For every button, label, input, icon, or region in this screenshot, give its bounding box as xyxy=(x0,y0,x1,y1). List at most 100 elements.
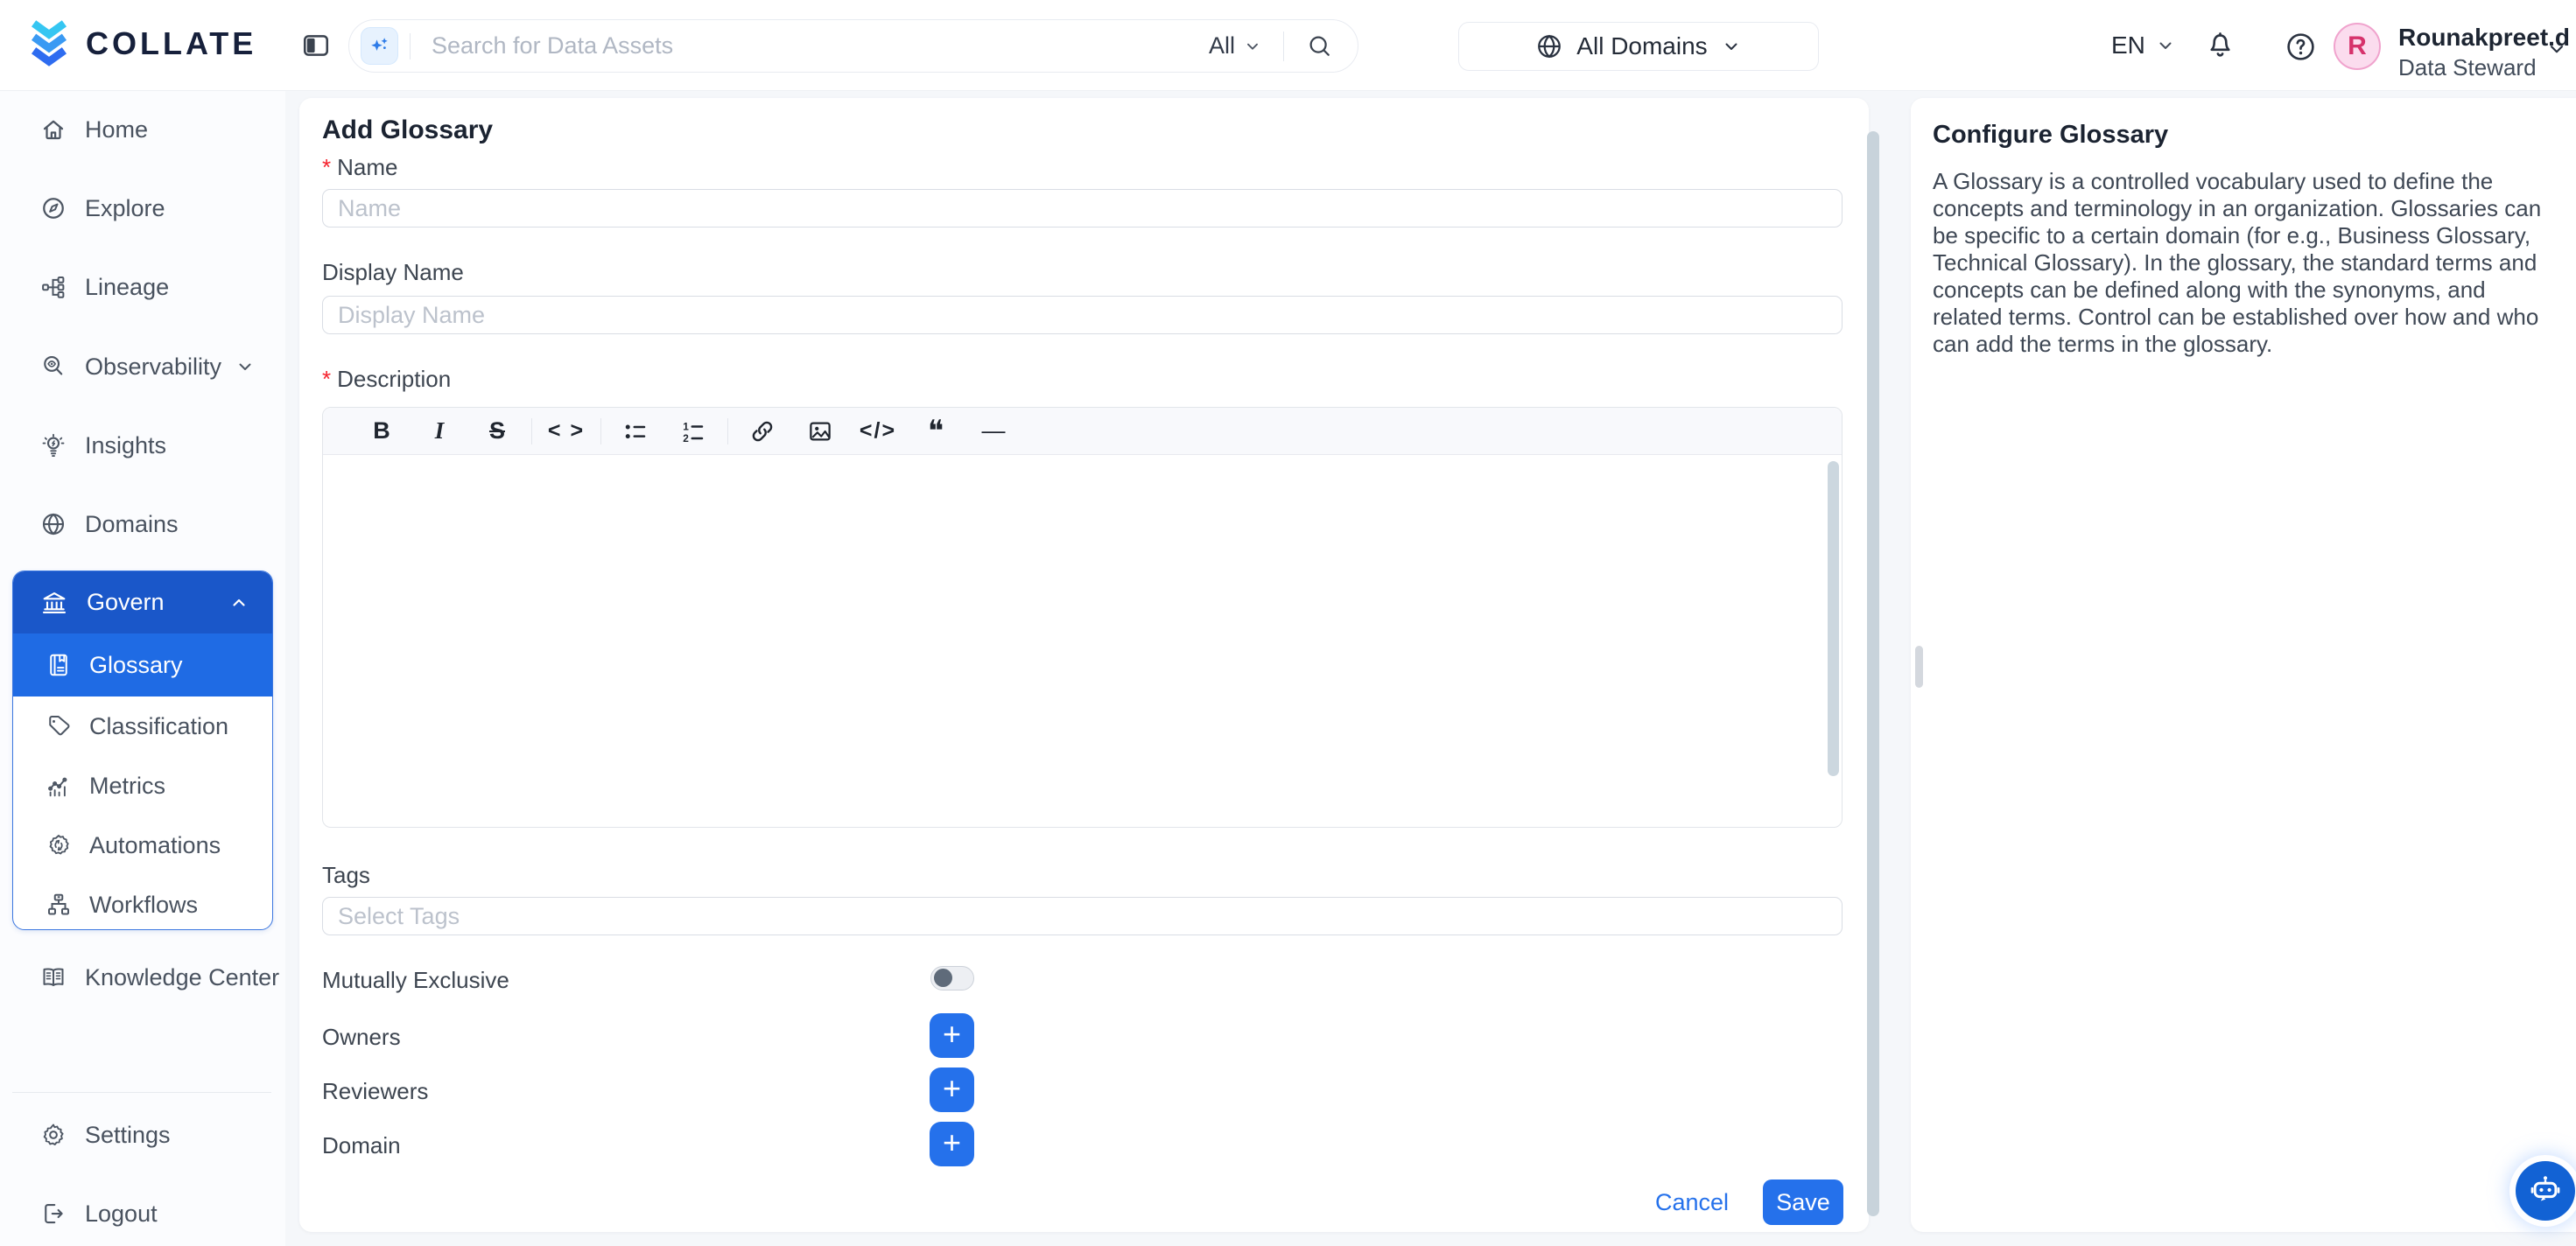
mutually-exclusive-label: Mutually Exclusive xyxy=(322,967,509,994)
quote-button[interactable]: ❝ xyxy=(907,413,965,450)
image-icon xyxy=(807,418,833,444)
plus-icon: + xyxy=(943,1127,961,1158)
sidebar-item-label: Observability xyxy=(85,354,221,381)
global-search-bar[interactable]: All xyxy=(348,19,1358,73)
sidebar-item-logout[interactable]: Logout xyxy=(0,1187,285,1240)
toolbar-divider xyxy=(531,418,532,444)
strikethrough-button[interactable]: S xyxy=(468,413,526,450)
sidebar-item-observability[interactable]: Observability xyxy=(0,340,285,393)
sidebar-item-automations[interactable]: Automations xyxy=(13,816,272,875)
sidebar-item-label: Home xyxy=(85,116,148,144)
sidebar-item-explore[interactable]: Explore xyxy=(0,182,285,234)
tags-icon xyxy=(46,713,72,739)
mutually-exclusive-toggle[interactable] xyxy=(930,966,974,990)
brand-name: COLLATE xyxy=(86,25,256,62)
description-label: *Description xyxy=(322,366,451,393)
sidebar-item-label: Classification xyxy=(89,713,228,740)
open-book-icon xyxy=(40,964,67,990)
left-sidebar: Home Explore Lineage xyxy=(0,91,285,1246)
notifications-button[interactable] xyxy=(2204,30,2236,62)
sidebar-item-metrics[interactable]: Metrics xyxy=(13,756,272,816)
main-content-scrollbar[interactable] xyxy=(1867,131,1879,1216)
user-menu-chevron-icon[interactable] xyxy=(2545,38,2568,60)
sidebar-toggle-icon[interactable] xyxy=(301,31,331,60)
owners-label: Owners xyxy=(322,1024,401,1051)
chevron-down-icon xyxy=(1243,37,1262,56)
panel-resize-handle[interactable] xyxy=(1915,646,1923,688)
user-name: Rounakpreet.d xyxy=(2398,24,2570,52)
sidebar-item-label: Metrics xyxy=(89,773,165,800)
sidebar-item-knowledge-center[interactable]: Knowledge Center xyxy=(0,951,285,1004)
sidebar-item-classification[interactable]: Classification xyxy=(13,696,272,756)
horizontal-rule-button[interactable]: — xyxy=(965,413,1022,450)
tags-input[interactable] xyxy=(322,897,1843,935)
editor-scrollbar[interactable] xyxy=(1828,461,1839,776)
description-editor-content[interactable] xyxy=(323,455,1842,828)
language-selector[interactable]: EN xyxy=(2111,32,2176,60)
sidebar-item-home[interactable]: Home xyxy=(0,103,285,156)
sidebar-item-domains[interactable]: Domains xyxy=(0,498,285,550)
ai-search-icon[interactable] xyxy=(361,27,398,65)
reviewers-label: Reviewers xyxy=(322,1078,428,1105)
panel-title: Configure Glossary xyxy=(1933,121,2168,150)
inline-code-button[interactable]: < > xyxy=(537,413,595,450)
sidebar-item-insights[interactable]: Insights xyxy=(0,419,285,472)
chevron-down-icon xyxy=(1721,36,1742,57)
sparkle-icon xyxy=(368,34,392,59)
sidebar-item-workflows[interactable]: Workflows xyxy=(13,875,272,930)
bold-button[interactable]: B xyxy=(353,413,411,450)
code-block-button[interactable]: </> xyxy=(849,413,907,450)
tags-label: Tags xyxy=(322,862,370,889)
link-button[interactable] xyxy=(733,413,791,450)
toggle-knob xyxy=(934,969,952,987)
cancel-button[interactable]: Cancel xyxy=(1655,1189,1729,1216)
numbered-list-button[interactable]: 1 2 xyxy=(664,413,722,450)
display-name-input[interactable] xyxy=(322,296,1843,334)
sidebar-item-glossary[interactable]: Glossary xyxy=(13,634,272,696)
sidebar-item-label: Lineage xyxy=(85,274,169,301)
display-name-label: Display Name xyxy=(322,259,464,286)
italic-button[interactable]: I xyxy=(411,413,468,450)
page-title: Add Glossary xyxy=(322,116,493,145)
sidebar-item-label: Insights xyxy=(85,432,166,459)
add-owner-button[interactable]: + xyxy=(930,1013,974,1058)
question-circle-icon xyxy=(2285,31,2317,63)
user-avatar[interactable]: R xyxy=(2334,23,2381,70)
bullet-list-button[interactable] xyxy=(607,413,664,450)
add-reviewer-button[interactable]: + xyxy=(930,1068,974,1112)
sidebar-item-settings[interactable]: Settings xyxy=(0,1109,285,1161)
search-scope-dropdown[interactable]: All xyxy=(1209,32,1262,60)
lightbulb-icon xyxy=(40,432,67,458)
globe-icon xyxy=(1535,32,1563,60)
search-submit-icon[interactable] xyxy=(1307,33,1333,60)
sidebar-item-label: Glossary xyxy=(89,652,183,679)
name-input[interactable] xyxy=(322,189,1843,228)
toolbar-divider xyxy=(727,418,728,444)
logout-icon xyxy=(40,1200,67,1227)
collate-logo[interactable]: COLLATE xyxy=(25,18,256,69)
plus-icon: + xyxy=(943,1018,961,1050)
add-domain-button[interactable]: + xyxy=(930,1122,974,1166)
search-input[interactable] xyxy=(432,32,1209,60)
sidebar-item-label: Knowledge Center xyxy=(85,964,279,991)
robot-icon xyxy=(2527,1172,2564,1209)
sidebar-item-lineage[interactable]: Lineage xyxy=(0,261,285,313)
glossary-book-icon xyxy=(46,652,72,678)
top-navigation-bar: COLLATE All xyxy=(0,0,2576,91)
save-button[interactable]: Save xyxy=(1763,1180,1843,1225)
lineage-icon xyxy=(40,274,67,300)
image-button[interactable] xyxy=(791,413,849,450)
chevron-down-icon xyxy=(235,356,256,377)
description-editor: B I S < > 1 2 xyxy=(322,407,1843,828)
sidebar-divider xyxy=(12,1092,271,1093)
editor-toolbar: B I S < > 1 2 xyxy=(323,408,1842,455)
automation-gear-icon xyxy=(46,832,72,858)
search-scope-label: All xyxy=(1209,32,1235,60)
panel-description: A Glossary is a controlled vocabulary us… xyxy=(1933,168,2558,358)
domains-filter-button[interactable]: All Domains xyxy=(1458,22,1819,71)
chat-assistant-button[interactable] xyxy=(2516,1161,2575,1221)
help-button[interactable] xyxy=(2285,31,2317,63)
collate-logo-icon xyxy=(25,18,74,69)
link-icon xyxy=(749,418,776,444)
sidebar-item-govern[interactable]: Govern xyxy=(13,571,272,634)
